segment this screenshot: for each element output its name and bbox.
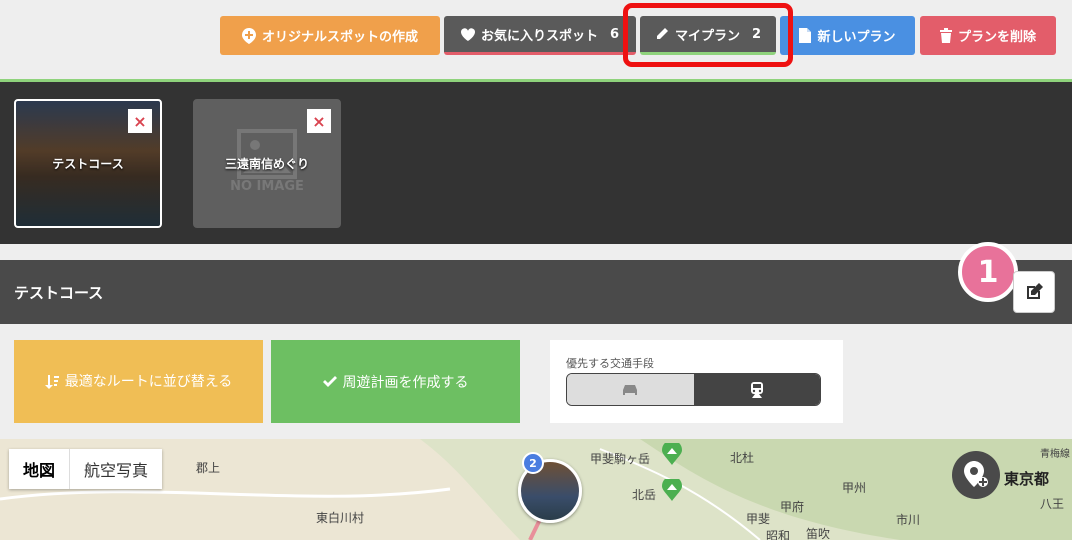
- edit-icon: [1027, 283, 1043, 299]
- map-area[interactable]: 地図 航空写真 郡上 東白川村 甲斐駒ヶ岳 北杜 北岳 甲府 甲斐 甲州 昭和 …: [0, 439, 1072, 540]
- trash-icon: [939, 28, 952, 43]
- map-label: 青梅線: [1040, 449, 1070, 460]
- car-option[interactable]: [567, 374, 694, 405]
- map-view-button[interactable]: 地図: [9, 449, 71, 489]
- close-icon[interactable]: ×: [307, 109, 331, 133]
- sort-route-button[interactable]: 最適なルートに並び替える: [14, 340, 263, 423]
- transport-toggle: [566, 373, 821, 406]
- close-icon[interactable]: ×: [128, 109, 152, 133]
- new-document-icon: [799, 28, 812, 43]
- plans-strip: テストコース × NO IMAGE 三遠南信めぐり ×: [0, 82, 1072, 244]
- add-spot-button[interactable]: [952, 451, 1000, 499]
- map-label: 甲斐: [746, 512, 771, 526]
- highlight-frame: [623, 3, 793, 67]
- no-image-text: NO IMAGE: [230, 179, 304, 194]
- car-icon: [623, 384, 638, 395]
- map-label: 八王: [1040, 497, 1065, 511]
- action-area: 最適なルートに並び替える 周遊計画を作成する 優先する交通手段: [0, 324, 1072, 439]
- course-title: テストコース: [14, 284, 104, 302]
- new-plan-button[interactable]: 新しいプラン: [780, 16, 915, 55]
- map-label: 市川: [896, 513, 921, 527]
- create-plan-label: 周遊計画を作成する: [342, 374, 469, 391]
- create-original-spot-label: オリジナルスポットの作成: [261, 30, 418, 45]
- map-label: 北岳: [632, 488, 657, 502]
- page: オリジナルスポットの作成 お気に入りスポット 6 マイプラン 2 新しいプラン …: [0, 0, 1072, 540]
- create-original-spot-button[interactable]: オリジナルスポットの作成: [220, 16, 440, 55]
- edit-button[interactable]: [1013, 271, 1055, 313]
- mountain-icon: [662, 443, 682, 465]
- map-label: 甲州: [842, 481, 867, 495]
- step-badge: 1: [958, 242, 1018, 302]
- new-plan-label: 新しいプラン: [817, 30, 896, 45]
- course-header: テストコース: [0, 260, 1072, 324]
- map-label: 昭和: [766, 529, 791, 540]
- create-plan-button[interactable]: 周遊計画を作成する: [271, 340, 520, 423]
- plan-card[interactable]: テストコース ×: [14, 99, 162, 228]
- aerial-view-button[interactable]: 航空写真: [70, 449, 162, 489]
- favorite-spots-label: お気に入りスポット: [480, 28, 598, 44]
- top-toolbar: オリジナルスポットの作成 お気に入りスポット 6 マイプラン 2 新しいプラン …: [0, 0, 1072, 82]
- delete-plan-button[interactable]: プランを削除: [920, 16, 1056, 55]
- map-label: 東白川村: [316, 511, 365, 525]
- map-type-toggle: 地図 航空写真: [9, 449, 163, 489]
- map-label: 甲府: [780, 500, 805, 514]
- map-label: 甲斐駒ヶ岳: [590, 452, 651, 466]
- favorite-spots-button[interactable]: お気に入りスポット 6: [444, 16, 636, 55]
- heart-icon: [460, 27, 475, 41]
- sort-icon: [44, 374, 59, 389]
- map-label: 郡上: [196, 461, 221, 475]
- mountain-icon: [662, 479, 682, 501]
- transport-label: 優先する交通手段: [566, 357, 654, 370]
- add-location-icon: [964, 461, 988, 487]
- marker-count-badge: 2: [522, 452, 544, 474]
- plan-card[interactable]: NO IMAGE 三遠南信めぐり ×: [193, 99, 341, 228]
- sort-route-label: 最適なルートに並び替える: [64, 373, 233, 390]
- map-label: 東京都: [1004, 470, 1050, 488]
- transport-selector: 優先する交通手段: [550, 340, 843, 423]
- plan-card-title: 三遠南信めぐり: [224, 157, 309, 171]
- map-pin-plus-icon: [241, 27, 256, 44]
- plan-card-title: テストコース: [52, 157, 124, 171]
- check-icon: [322, 375, 337, 387]
- train-icon: [750, 381, 763, 398]
- favorite-count: 6: [609, 26, 620, 42]
- delete-plan-label: プランを削除: [957, 30, 1036, 45]
- train-option[interactable]: [693, 374, 820, 405]
- map-label: 北杜: [730, 451, 755, 465]
- map-label: 笛吹: [806, 527, 831, 540]
